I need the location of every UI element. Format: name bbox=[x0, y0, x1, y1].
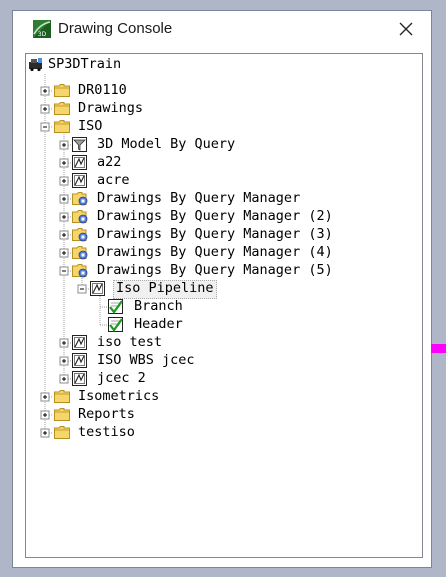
expander-testiso[interactable] bbox=[40, 428, 50, 438]
tree-item-reports[interactable]: Reports bbox=[76, 406, 137, 423]
sp3d-app-icon: 3D bbox=[33, 20, 51, 38]
folder-icon bbox=[54, 84, 70, 97]
drawing-component-icon bbox=[90, 281, 105, 296]
query-drawing-icon bbox=[72, 137, 87, 152]
tree-item-dbqm-5[interactable]: Drawings By Query Manager (5) bbox=[95, 262, 335, 279]
screen-edge-marker bbox=[431, 344, 446, 353]
drawing-component-icon bbox=[72, 155, 87, 170]
folder-icon bbox=[54, 120, 70, 133]
tree-item-dbqm-1[interactable]: Drawings By Query Manager bbox=[95, 190, 302, 207]
expander-iso-wbs-jcec[interactable] bbox=[59, 356, 69, 366]
expander-isometrics[interactable] bbox=[40, 392, 50, 402]
tree-item-iso-wbs-jcec[interactable]: ISO WBS jcec bbox=[95, 352, 197, 369]
tree-item-iso-pipeline[interactable]: Iso Pipeline bbox=[113, 280, 217, 299]
expander-iso-pipeline[interactable] bbox=[77, 284, 87, 294]
tree-item-a22[interactable]: a22 bbox=[95, 154, 123, 171]
close-icon bbox=[399, 22, 413, 36]
tree-item-branch[interactable]: Branch bbox=[132, 298, 185, 315]
tree-item-testiso[interactable]: testiso bbox=[76, 424, 137, 441]
expander-dbqm-3[interactable] bbox=[59, 230, 69, 240]
checked-drawing-icon bbox=[108, 299, 123, 314]
expander-reports[interactable] bbox=[40, 410, 50, 420]
tree-item-3d-model-by-query[interactable]: 3D Model By Query bbox=[95, 136, 237, 153]
tree-item-dbqm-2[interactable]: Drawings By Query Manager (2) bbox=[95, 208, 335, 225]
query-manager-icon bbox=[72, 246, 88, 260]
query-manager-icon bbox=[72, 228, 88, 242]
folder-icon bbox=[54, 390, 70, 403]
drawing-component-icon bbox=[72, 173, 87, 188]
tree-item-header[interactable]: Header bbox=[132, 316, 185, 333]
drawing-component-icon bbox=[72, 335, 87, 350]
tree-item-drawings[interactable]: Drawings bbox=[76, 100, 145, 117]
tree-root-label[interactable]: SP3DTrain bbox=[46, 56, 123, 73]
window-title: Drawing Console bbox=[58, 20, 173, 37]
checked-drawing-icon bbox=[108, 317, 123, 332]
expander-dbqm-4[interactable] bbox=[59, 248, 69, 258]
tree-item-jcec-2[interactable]: jcec 2 bbox=[95, 370, 148, 387]
expander-dbqm-5[interactable] bbox=[59, 266, 69, 276]
expander-iso-test[interactable] bbox=[59, 338, 69, 348]
drawing-component-icon bbox=[72, 353, 87, 368]
tree-item-dbqm-4[interactable]: Drawings By Query Manager (4) bbox=[95, 244, 335, 261]
query-manager-icon bbox=[72, 264, 88, 278]
folder-icon bbox=[54, 102, 70, 115]
expander-jcec-2[interactable] bbox=[59, 374, 69, 384]
tree-item-dr0110[interactable]: DR0110 bbox=[76, 82, 129, 99]
drawing-component-icon bbox=[72, 371, 87, 386]
drawing-console-window: 3D Drawing Console SP3DTrain DR0110 Drawin… bbox=[12, 10, 432, 568]
tree-item-acre[interactable]: acre bbox=[95, 172, 132, 189]
close-button[interactable] bbox=[393, 17, 419, 41]
expander-dbqm-1[interactable] bbox=[59, 194, 69, 204]
drawing-tree[interactable]: SP3DTrain DR0110 Drawings ISO 3D Model By Qu… bbox=[25, 53, 423, 558]
expander-dbqm-2[interactable] bbox=[59, 212, 69, 222]
folder-icon bbox=[54, 408, 70, 421]
expander-acre[interactable] bbox=[59, 176, 69, 186]
query-manager-icon bbox=[72, 210, 88, 224]
tree-item-dbqm-3[interactable]: Drawings By Query Manager (3) bbox=[95, 226, 335, 243]
expander-iso[interactable] bbox=[40, 122, 50, 132]
expander-drawings[interactable] bbox=[40, 104, 50, 114]
query-manager-icon bbox=[72, 192, 88, 206]
svg-text:3D: 3D bbox=[38, 31, 47, 38]
expander-3d-model-by-query[interactable] bbox=[59, 140, 69, 150]
tree-item-isometrics[interactable]: Isometrics bbox=[76, 388, 161, 405]
folder-icon bbox=[54, 426, 70, 439]
tree-item-iso-test[interactable]: iso test bbox=[95, 334, 164, 351]
workspace-root-icon bbox=[29, 58, 42, 72]
expander-dr0110[interactable] bbox=[40, 86, 50, 96]
tree-item-iso[interactable]: ISO bbox=[76, 118, 104, 135]
expander-a22[interactable] bbox=[59, 158, 69, 168]
title-bar: 3D Drawing Console bbox=[13, 11, 431, 47]
